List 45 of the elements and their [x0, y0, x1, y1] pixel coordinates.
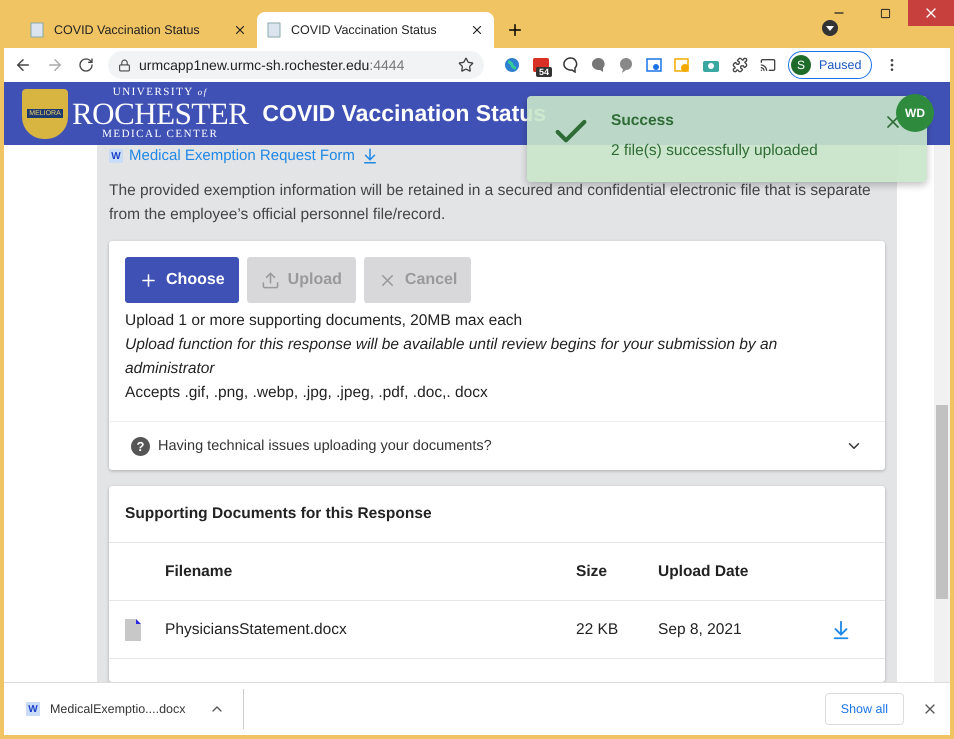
column-header: Size [576, 562, 608, 580]
cast-icon[interactable] [760, 57, 776, 73]
close-window-button[interactable] [908, 0, 954, 26]
browser-tab[interactable]: COVID Vaccination Status [20, 12, 257, 48]
user-avatar[interactable]: WD [896, 94, 934, 132]
count-badge: 54 [536, 67, 552, 77]
chat-bubble-icon[interactable] [562, 57, 578, 73]
table-cell-text: 22 KB [576, 620, 620, 638]
close-icon[interactable] [233, 23, 247, 37]
word-icon: W [26, 702, 40, 716]
notice-text: The provided exemption information will be retained in a secured and confidential electronic file that is separate from the employee’s official personnel file/record. [109, 181, 872, 225]
lock-icon [118, 58, 131, 72]
word-file-icon [125, 618, 141, 640]
upload-info-text: Accepts .gif, .png, .webp, .jpg, .jpeg, .pdf, .doc,. docx [125, 383, 489, 403]
scrollbar[interactable] [934, 145, 950, 682]
camera-window-icon[interactable] [646, 57, 662, 73]
address-bar[interactable]: urmcapp1new.urmc-sh.rochester.edu:4444 [108, 51, 484, 79]
browser-tab[interactable]: COVID Vaccination Status [257, 12, 494, 48]
star-icon[interactable] [458, 57, 474, 73]
globe-icon[interactable] [504, 57, 520, 73]
help-accordion[interactable]: ? Having technical issues uploading your documents? [109, 421, 885, 470]
section-title: Supporting Documents for this Response [109, 486, 885, 543]
table-cell-text: Sep 8, 2021 [658, 620, 743, 638]
upload-icon [260, 270, 280, 290]
puzzle-icon[interactable] [732, 57, 748, 73]
maximize-icon [880, 8, 890, 18]
close-icon[interactable] [470, 23, 484, 37]
column-header: Upload Date [658, 562, 750, 580]
reload-icon[interactable] [78, 57, 94, 73]
upload-info-text: Upload 1 or more supporting documents, 20MB max each [125, 311, 524, 331]
profile-button[interactable]: S Paused [788, 51, 872, 79]
choose-button[interactable]: Choose [125, 257, 239, 303]
tab-search-icon[interactable] [822, 20, 838, 36]
speech-bubble-icon[interactable] [618, 57, 634, 73]
show-all-button[interactable]: Show all [824, 693, 904, 725]
help-icon: ? [131, 436, 150, 456]
column-header: Filename [165, 562, 234, 580]
download-file-name[interactable]: MedicalExemptio....docx [50, 702, 186, 716]
table-cell-text: PhysiciansStatement.docx [165, 620, 348, 638]
page-icon [30, 22, 44, 38]
page-icon [267, 22, 281, 38]
upload-info-text: Upload function for this response will be available until review begins for your submission by an administrator [125, 335, 778, 379]
new-tab-icon[interactable] [506, 21, 524, 39]
back-icon[interactable] [14, 56, 32, 74]
word-icon: W [109, 149, 123, 163]
